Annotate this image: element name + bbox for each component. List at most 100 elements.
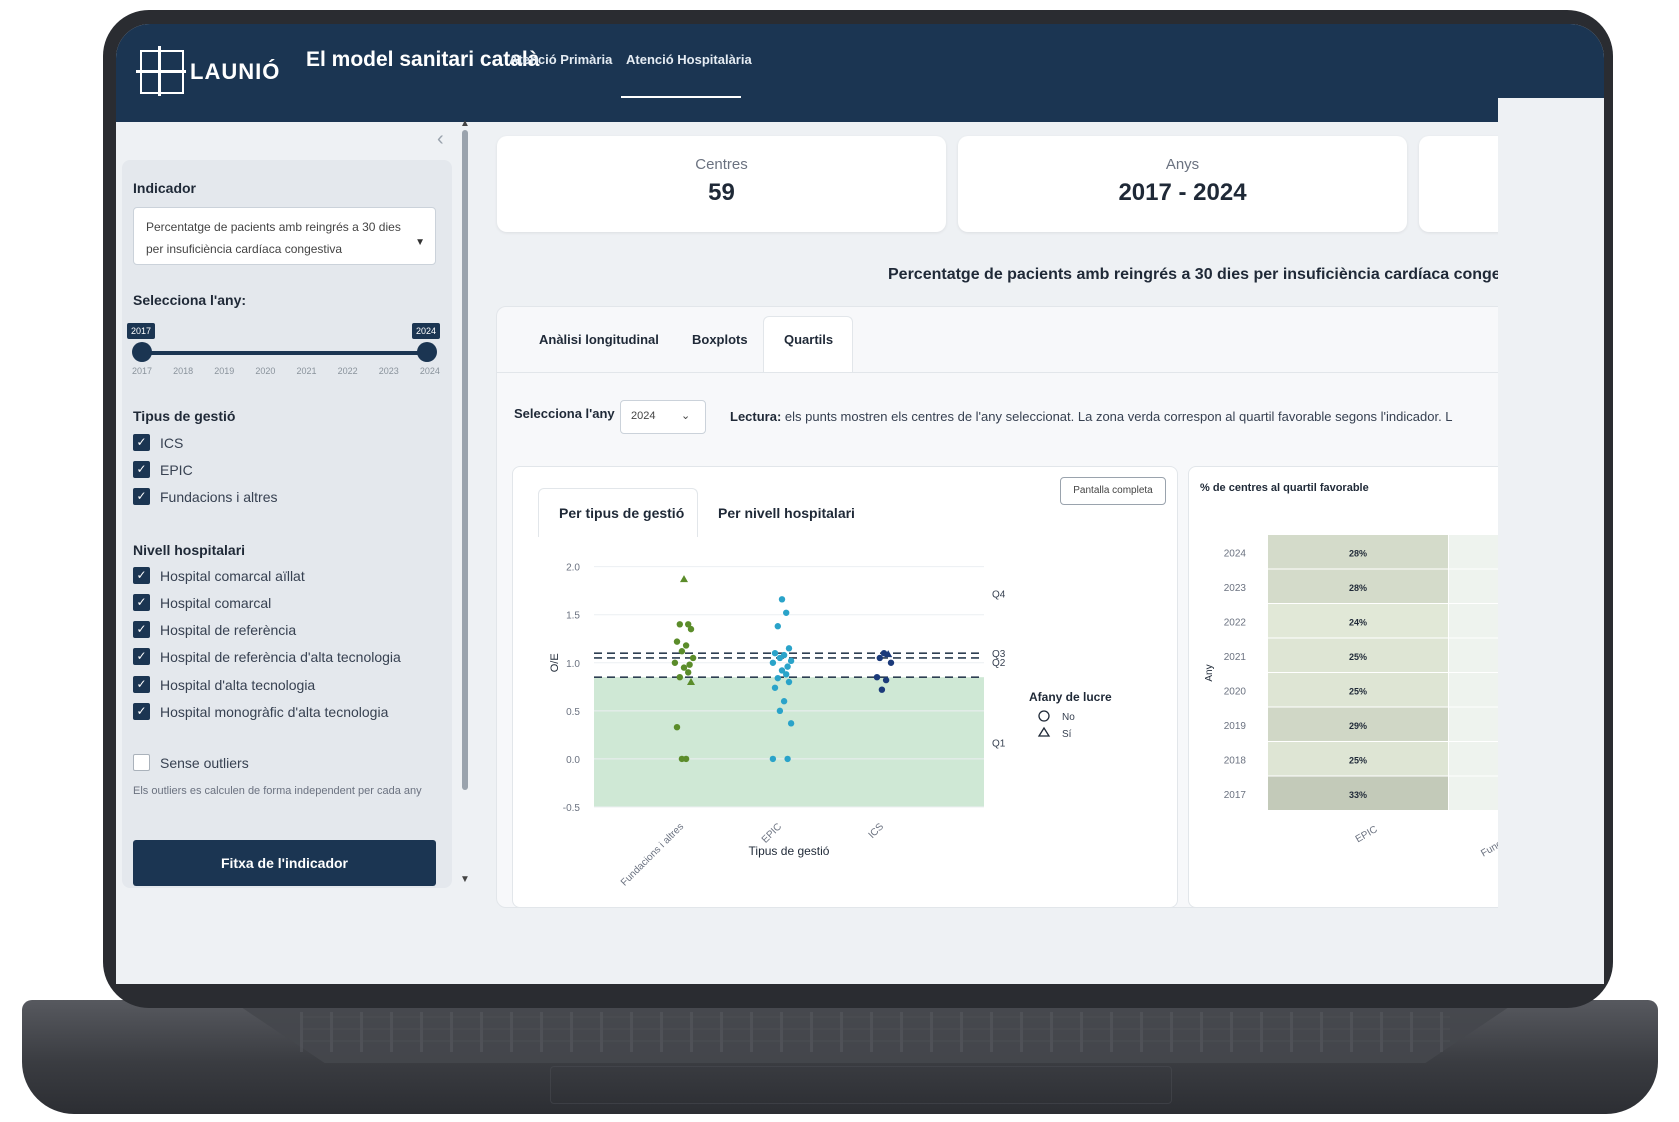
checkbox-nivell-6[interactable]: ✓ Hospital monogràfic d'alta tecnologia [133,703,388,720]
tab-boxplots[interactable]: Boxplots [692,332,748,347]
indicator-select-line1: Percentatge de pacients amb reingrés a 3… [146,220,401,234]
checkbox-nivell-4[interactable]: ✓ Hospital de referència d'alta tecnologi… [133,648,401,665]
laptop-trackpad [550,1066,1172,1104]
nav-tab-hospitalaria[interactable]: Atenció Hospitalària [626,52,752,67]
quartile-label: Q4 [992,590,1006,601]
kpi-label: Centres [695,156,748,173]
data-point [680,664,688,671]
slider-max-badge: 2024 [412,323,441,339]
kpi-value: 59 [708,179,735,206]
heatmap-cell-label: 25% [1349,652,1367,662]
check-icon: ✓ [133,594,150,611]
indicator-select[interactable]: Percentatge de pacients amb reingrés a 3… [133,207,436,265]
x-tick-label: Fundacions i altres [619,821,686,888]
y-tick-label: 0.5 [566,707,580,718]
checkbox-nivell-2[interactable]: ✓ Hospital comarcal [133,594,271,611]
sidebar-scrollbar[interactable] [462,130,468,790]
legend-circle-icon [1038,710,1050,722]
quartile-label: Q2 [992,658,1006,669]
data-point [678,755,686,763]
checkbox-label: Hospital d'alta tecnologia [160,676,316,693]
lectura-body: els punts mostren els centres de l'any s… [781,409,1453,424]
nav-active-underline [621,96,741,98]
legend-item: No [1062,712,1075,723]
heatmap-cell-label: 28% [1349,583,1367,593]
fitxa-indicador-button[interactable]: Fitxa de l'indicador [133,840,436,886]
check-icon: ✓ [133,567,150,584]
data-point [882,676,890,684]
keyboard-keys [300,1012,1450,1052]
outliers-note: Els outliers es calculen de forma indepe… [133,785,422,797]
checkbox-empty [133,754,150,771]
year-tick-label: 2020 [255,366,276,376]
heatmap-year-label: 2017 [1224,790,1247,801]
top-navbar: LAUNIÓ El model sanitari català Atenció … [116,24,1604,122]
heatmap-plot-area: 28% 2024 28% 2023 24% 2022 25% 2021 25% 2020 29% 20… [1198,522,1569,906]
data-point [671,659,679,666]
checkbox-ics[interactable]: ✓ ICS [133,434,183,451]
app-title: El model sanitari català [306,48,540,71]
data-point [774,674,781,682]
fullscreen-button[interactable]: Pantalla completa [1060,477,1166,505]
collapse-sidebar-icon[interactable]: ‹ [437,128,444,151]
checkbox-nivell-5[interactable]: ✓ Hospital d'alta tecnologia [133,676,315,693]
scroll-up-icon[interactable]: ▲ [460,118,470,129]
data-point [769,755,777,763]
year-tick-label: 2021 [296,366,317,376]
year-select[interactable]: 2024 ⌄ [620,400,706,434]
heatmap-year-label: 2024 [1224,548,1247,559]
data-point [682,642,690,649]
checkbox-fundacions[interactable]: ✓ Fundacions i altres [133,488,278,505]
year-tick-label: 2023 [378,366,399,376]
heatmap-year-label: 2021 [1224,652,1247,663]
heatmap-cell-label: 29% [1349,721,1367,731]
data-point [787,720,795,727]
checkbox-label: Hospital monogràfic d'alta tecnologia [160,703,389,720]
year-slider-max-handle[interactable] [417,342,437,362]
checkbox-epic[interactable]: ✓ EPIC [133,461,193,478]
y-tick-label: 0.0 [566,755,580,766]
data-point [687,625,695,633]
year-slider-min-handle[interactable] [132,342,152,362]
data-point [784,663,791,670]
subtab-nivell-hospitalari[interactable]: Per nivell hospitalari [718,505,855,521]
tab-analisi-longitudinal[interactable]: Anàlisi longitudinal [539,332,659,347]
subtab-tipus-gestio[interactable]: Per tipus de gestió [559,505,684,521]
nav-tab-primaria[interactable]: Atenció Primària [509,52,612,67]
checkbox-label: Sense outliers [160,754,249,771]
data-point [780,698,788,705]
year-slider-track[interactable] [142,351,427,355]
data-point [673,723,681,731]
year-tick-label: 2024 [419,366,440,376]
data-point [785,678,793,686]
checkbox-nivell-1[interactable]: ✓ Hospital comarcal aïllat [133,567,305,584]
scatter-chart: 2.01.51.00.50.0-0.5Q4Q3Q2Q1Fundacions i … [549,563,1112,889]
check-icon: ✓ [133,703,150,720]
data-point [876,654,883,662]
year-select-label: Selecciona l'any [514,406,615,421]
kpi-label: Anys [1165,156,1200,173]
checkbox-nivell-3[interactable]: ✓ Hospital de referència [133,621,296,638]
indicator-select-line2: per insuficiència cardíaca congestiva [146,242,343,256]
year-select-value: 2024 [631,410,656,422]
heatmap-year-label: 2018 [1224,755,1247,766]
data-point [771,684,779,691]
data-point [680,575,688,583]
data-point [686,661,693,668]
heatmap-cell-label: 25% [1349,755,1367,765]
favorable-zone [594,677,984,807]
data-point [783,609,790,616]
heatmap-cell-label: 24% [1349,617,1367,627]
data-point [673,638,681,645]
logo-text: LAUNIÓ [190,59,281,84]
data-point [785,645,793,652]
checkbox-sense-outliers[interactable]: Sense outliers [133,754,249,771]
data-point [678,648,686,655]
checkbox-label: Hospital de referència d'alta tecnologia [160,648,401,665]
check-icon: ✓ [133,621,150,638]
app-logo[interactable]: LAUNIÓ [136,46,284,96]
tab-quartils[interactable]: Quartils [784,332,833,347]
y-tick-label: 2.0 [566,563,580,574]
scroll-down-icon[interactable]: ▼ [460,874,470,885]
data-point [689,654,697,662]
